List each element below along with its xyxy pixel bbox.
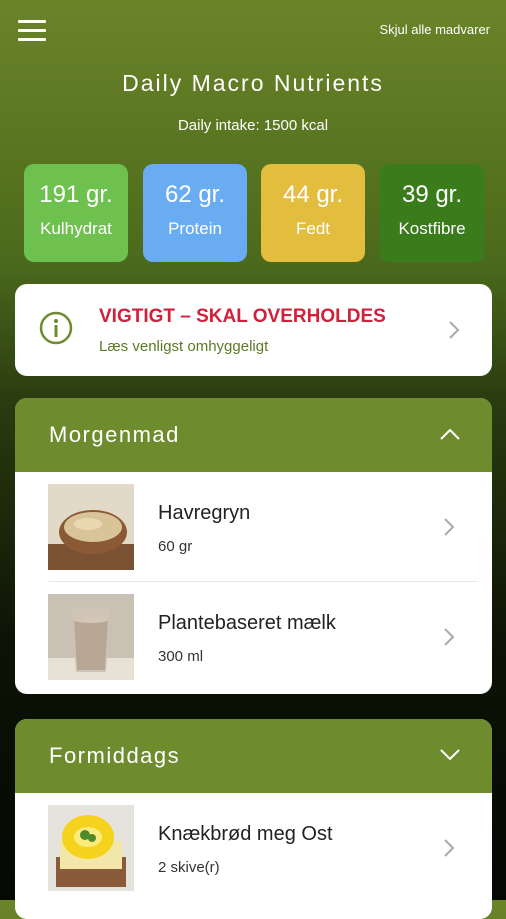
food-name: Knækbrød meg Ost xyxy=(158,823,333,845)
section-breakfast: Morgenmad Havregryn 60 gr Plantebaseret … xyxy=(15,398,492,694)
page-title: Daily Macro Nutrients xyxy=(122,70,384,96)
macro-label: Kulhydrat xyxy=(40,219,112,238)
chevron-right-icon xyxy=(444,839,455,857)
macro-label: Fedt xyxy=(295,219,331,238)
top-bar: Skjul alle madvarer xyxy=(0,0,506,62)
macro-value: 191 gr. xyxy=(39,181,113,208)
food-name: Plantebaseret mælk xyxy=(158,612,336,634)
section-header-mid-morning[interactable]: Formiddags xyxy=(15,719,492,793)
section-title: Morgenmad xyxy=(49,422,180,447)
hide-all-foods-link[interactable]: Skjul alle madvarer xyxy=(379,22,490,37)
macro-card-fiber: 39 gr. Kostfibre xyxy=(380,164,484,262)
food-amount: 300 ml xyxy=(158,648,204,665)
food-item[interactable]: Knækbrød meg Ost 2 skive(r) xyxy=(15,793,492,903)
macro-label: Protein xyxy=(168,219,222,238)
food-amount: 60 gr xyxy=(158,538,193,555)
daily-intake-label: Daily intake: 1500 kcal xyxy=(177,117,329,134)
chevron-up-icon[interactable] xyxy=(440,428,460,440)
notice-subtitle: Læs venligst omhyggeligt xyxy=(99,338,269,355)
macro-card-carbs: 191 gr. Kulhydrat xyxy=(24,164,128,262)
chevron-right-icon xyxy=(444,628,455,646)
food-amount: 2 skive(r) xyxy=(158,859,220,876)
crispbread-cheese-image xyxy=(48,805,134,891)
milk-glass-image xyxy=(48,594,134,680)
macro-card-fat: 44 gr. Fedt xyxy=(261,164,365,262)
section-header-breakfast[interactable]: Morgenmad xyxy=(15,398,492,472)
macro-value: 44 gr. xyxy=(282,181,344,208)
macro-card-protein: 62 gr. Protein xyxy=(143,164,247,262)
section-title: Formiddags xyxy=(49,743,181,768)
food-item[interactable]: Plantebaseret mælk 300 ml xyxy=(15,582,492,692)
macro-value: 62 gr. xyxy=(164,181,226,208)
chevron-down-icon[interactable] xyxy=(440,749,460,761)
hamburger-menu-icon[interactable] xyxy=(18,20,46,42)
oats-bowl-image xyxy=(48,484,134,570)
food-name: Havregryn xyxy=(158,502,251,524)
chevron-right-icon xyxy=(449,321,460,339)
macro-value: 39 gr. xyxy=(401,181,463,208)
notice-title: VIGTIGT – SKAL OVERHOLDES xyxy=(99,306,386,327)
chevron-right-icon xyxy=(444,518,455,536)
info-icon xyxy=(39,311,73,345)
macro-label: Kostfibre xyxy=(398,219,466,238)
section-mid-morning: Formiddags Knækbrød meg Ost 2 skive(r) xyxy=(15,719,492,919)
food-item[interactable]: Havregryn 60 gr xyxy=(15,472,492,582)
important-notice-card[interactable]: VIGTIGT – SKAL OVERHOLDES Læs venligst o… xyxy=(15,284,492,376)
